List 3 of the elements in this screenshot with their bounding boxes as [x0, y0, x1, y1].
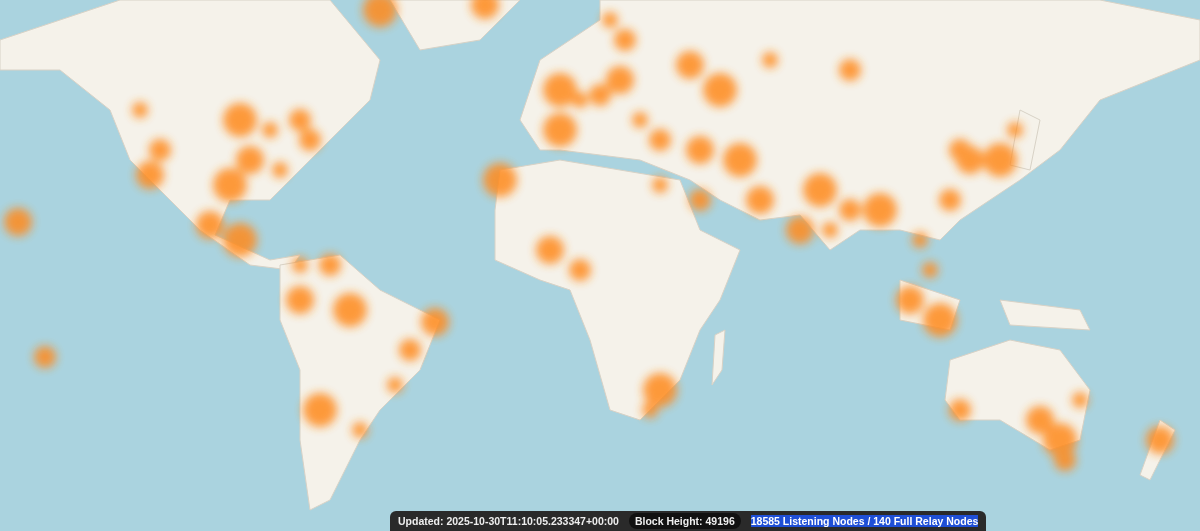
node-count-label: 18585 Listening Nodes / 140 Full Relay Nodes: [750, 515, 979, 527]
updated-label: Updated: 2025-10-30T11:10:05.233347+00:00: [398, 515, 619, 527]
block-height-label: Block Height: 49196: [628, 513, 741, 529]
